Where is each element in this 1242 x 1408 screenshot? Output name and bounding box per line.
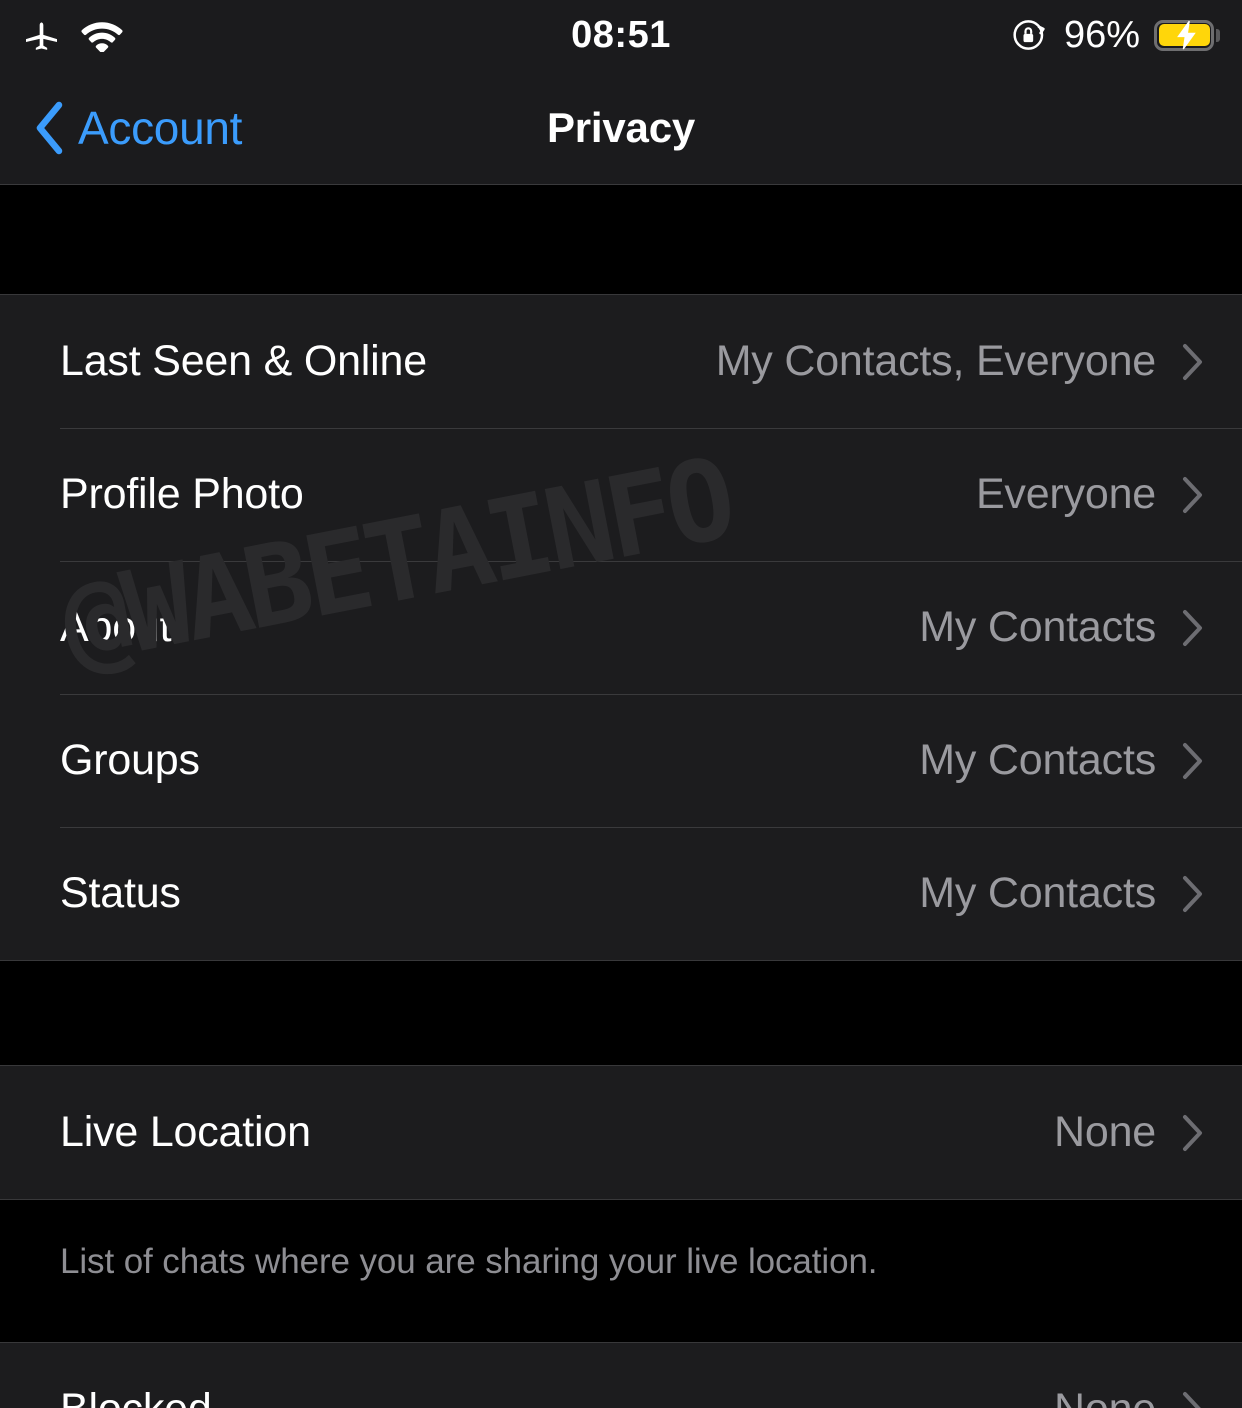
row-label: Last Seen & Online — [60, 337, 427, 385]
status-bar: 08:51 96% — [0, 0, 1242, 70]
row-value: Everyone — [975, 470, 1156, 518]
chevron-right-icon — [1183, 742, 1202, 779]
section-gap-bottom — [0, 1282, 1242, 1343]
page-title: Privacy — [546, 103, 696, 151]
row-value: None — [1054, 1385, 1156, 1408]
chevron-right-icon — [1183, 875, 1202, 912]
row-status[interactable]: Status My Contacts — [0, 827, 1242, 960]
row-value: My Contacts — [919, 736, 1156, 784]
row-label: About — [60, 603, 172, 651]
navigation-bar: Account Privacy — [0, 70, 1242, 185]
section-gap-middle — [0, 961, 1242, 1065]
battery-charging-icon — [1154, 19, 1220, 51]
chevron-right-icon — [1183, 609, 1202, 646]
live-location-footer: List of chats where you are sharing your… — [0, 1200, 1242, 1283]
row-label: Profile Photo — [60, 470, 304, 518]
section-gap-top — [0, 185, 1242, 294]
row-value: None — [1054, 1108, 1156, 1156]
chevron-right-icon — [1183, 1114, 1202, 1151]
row-last-seen-and-online[interactable]: Last Seen & Online My Contacts, Everyone — [0, 295, 1242, 428]
row-label: Blocked — [60, 1385, 1054, 1408]
row-value: My Contacts, Everyone — [715, 337, 1157, 385]
battery-percentage: 96% — [1063, 13, 1140, 56]
row-value: My Contacts — [919, 603, 1156, 651]
row-label: Status — [60, 869, 181, 917]
blocked-section: Blocked None — [0, 1342, 1242, 1408]
row-value: My Contacts — [919, 869, 1156, 917]
row-profile-photo[interactable]: Profile Photo Everyone — [0, 428, 1242, 561]
privacy-visibility-section: @WABETAINFO Last Seen & Online My Contac… — [0, 294, 1242, 961]
chevron-right-icon — [1183, 476, 1202, 513]
row-about[interactable]: About My Contacts — [0, 561, 1242, 694]
row-label: Groups — [60, 736, 200, 784]
row-blocked[interactable]: Blocked None — [0, 1343, 1242, 1408]
phone-screen: 08:51 96% Account Privacy @WABETAINFO La… — [0, 0, 1242, 1408]
status-bar-clock: 08:51 — [571, 13, 671, 56]
status-bar-right: 96% — [1010, 0, 1220, 70]
row-live-location[interactable]: Live Location None — [0, 1066, 1242, 1199]
rotation-lock-icon — [1010, 15, 1050, 55]
chevron-right-icon — [1183, 1391, 1202, 1408]
live-location-section: Live Location None — [0, 1065, 1242, 1200]
chevron-right-icon — [1183, 343, 1202, 380]
row-label: Live Location — [60, 1108, 311, 1156]
row-groups[interactable]: Groups My Contacts — [0, 694, 1242, 827]
